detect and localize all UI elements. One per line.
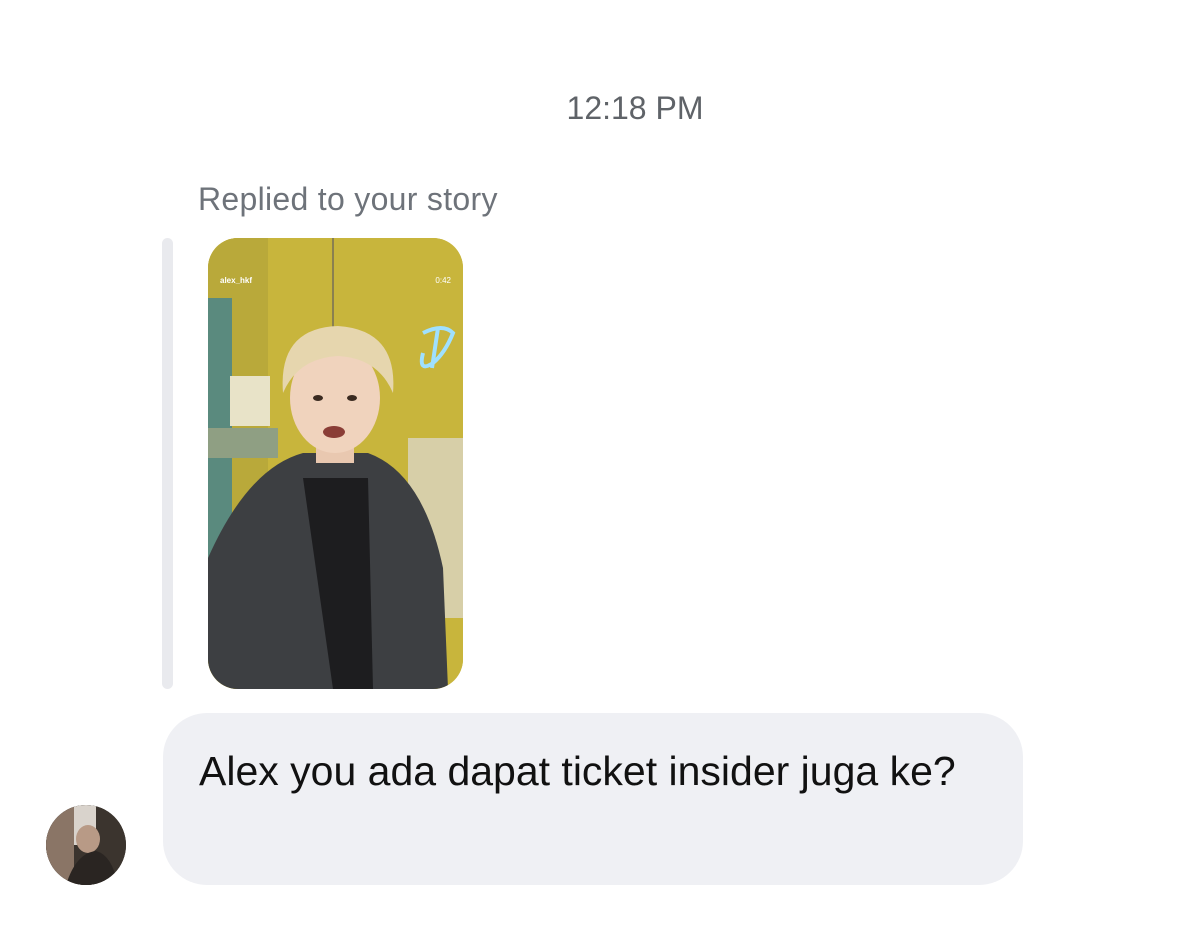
avatar-icon xyxy=(46,805,126,885)
sender-avatar[interactable] xyxy=(46,805,126,885)
message-bubble[interactable]: Alex you ada dapat ticket insider juga k… xyxy=(163,713,1023,885)
story-username: alex_hkf xyxy=(220,276,253,285)
story-preview-thumbnail[interactable]: alex_hkf 0:42 xyxy=(208,238,463,689)
story-duration: 0:42 xyxy=(435,276,451,285)
story-reply-label: Replied to your story xyxy=(198,181,498,217)
message-text: Alex you ada dapat ticket insider juga k… xyxy=(199,748,956,794)
dm-thread: 12:18 PM Replied to your story alex_hkf … xyxy=(0,0,1200,932)
story-image xyxy=(208,238,463,689)
reply-indicator-bar xyxy=(162,238,173,689)
message-timestamp: 12:18 PM xyxy=(566,90,704,126)
